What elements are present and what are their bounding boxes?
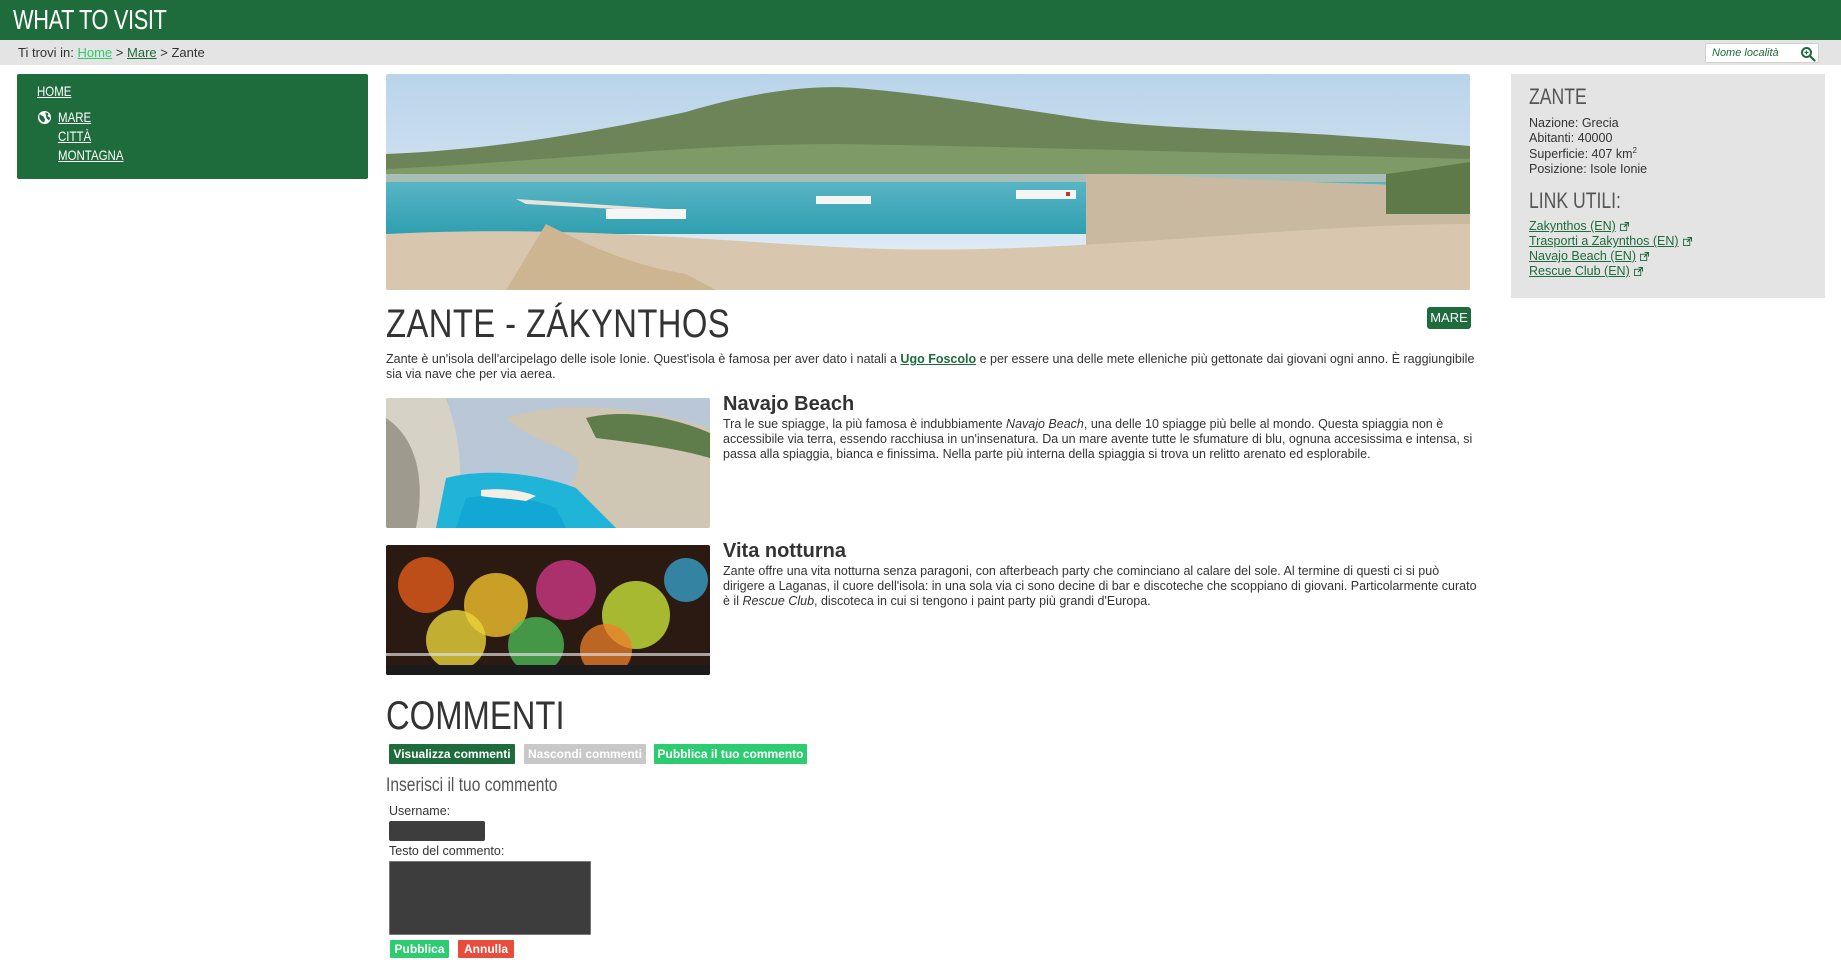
external-link-icon bbox=[1640, 252, 1649, 261]
info-value: Grecia bbox=[1581, 116, 1619, 130]
username-label: Username: bbox=[389, 804, 451, 818]
nightlife-image bbox=[386, 545, 710, 675]
sidebar-item-montagna[interactable]: MONTAGNA bbox=[58, 147, 123, 163]
section-text-part: Tra le sue spiagge, la più famosa è indu… bbox=[723, 417, 1007, 431]
section-text-emphasis: Navajo Beach bbox=[1006, 417, 1084, 431]
external-link-icon bbox=[1633, 267, 1643, 276]
link-rescue-club[interactable]: Rescue Club (EN) bbox=[1529, 264, 1643, 278]
info-value: 407 km bbox=[1591, 147, 1633, 162]
info-label: Nazione: bbox=[1529, 116, 1582, 130]
info-value: 40000 bbox=[1577, 131, 1613, 145]
cancel-button[interactable]: Annulla bbox=[458, 940, 514, 958]
section-title-vita-notturna: Vita notturna bbox=[723, 540, 846, 562]
category-tag-button[interactable]: MARE bbox=[1427, 307, 1471, 329]
top-bar: WHAT TO VISIT bbox=[0, 0, 1841, 40]
link-label[interactable]: Trasporti a Zakynthos (EN) bbox=[1529, 234, 1679, 248]
hero-image bbox=[386, 74, 1470, 290]
breadcrumb-separator: > bbox=[115, 45, 124, 60]
section-text-part: , discoteca in cui si tengono i paint pa… bbox=[814, 594, 1151, 608]
breadcrumb-home-link[interactable]: Home bbox=[77, 45, 112, 60]
search-icon[interactable] bbox=[1800, 46, 1816, 62]
info-title: ZANTE bbox=[1529, 84, 1587, 109]
link-label[interactable]: Rescue Club (EN) bbox=[1529, 264, 1630, 278]
info-label: Posizione: bbox=[1529, 162, 1591, 176]
sidebar-item-home[interactable]: HOME bbox=[37, 83, 71, 99]
comment-form-heading: Inserisci il tuo commento bbox=[386, 775, 558, 796]
hide-comments-button[interactable]: Nascondi commenti bbox=[524, 744, 646, 764]
section-text-navajo-beach: Tra le sue spiagge, la più famosa è indu… bbox=[723, 417, 1483, 462]
info-label: Abitanti: bbox=[1529, 131, 1578, 145]
show-comments-button[interactable]: Visualizza commenti bbox=[389, 744, 515, 764]
link-zakynthos[interactable]: Zakynthos (EN) bbox=[1529, 219, 1629, 233]
ugo-foscolo-link[interactable]: Ugo Foscolo bbox=[900, 352, 976, 366]
section-text-vita-notturna: Zante offre una vita notturna senza para… bbox=[723, 564, 1483, 609]
link-navajo-beach[interactable]: Navajo Beach (EN) bbox=[1529, 249, 1649, 263]
info-area-sup: 2 bbox=[1632, 146, 1637, 155]
username-input[interactable] bbox=[389, 821, 485, 841]
search-input[interactable] bbox=[1706, 44, 1796, 62]
breadcrumb: Ti trovi in: Home > Mare > Zante bbox=[18, 45, 205, 60]
globe-icon bbox=[37, 110, 52, 125]
intro-text: Zante è un'isola dell'arcipelago delle i… bbox=[386, 352, 901, 366]
link-label[interactable]: Navajo Beach (EN) bbox=[1529, 249, 1636, 263]
external-link-icon bbox=[1619, 222, 1629, 231]
useful-links-title: LINK UTILI: bbox=[1529, 188, 1621, 213]
info-inhabitants: Abitanti: 40000 bbox=[1529, 131, 1612, 145]
section-title-navajo-beach: Navajo Beach bbox=[723, 393, 855, 415]
breadcrumb-current: Zante bbox=[171, 45, 205, 60]
info-label: Superficie: bbox=[1529, 147, 1592, 162]
intro-paragraph: Zante è un'isola dell'arcipelago delle i… bbox=[386, 352, 1476, 382]
link-trasporti[interactable]: Trasporti a Zakynthos (EN) bbox=[1529, 234, 1692, 248]
breadcrumb-prefix: Ti trovi in: bbox=[18, 45, 74, 60]
link-label[interactable]: Zakynthos (EN) bbox=[1529, 219, 1616, 233]
navajo-beach-image bbox=[386, 398, 710, 528]
comment-textarea[interactable] bbox=[389, 861, 591, 935]
publish-comment-button[interactable]: Pubblica il tuo commento bbox=[654, 744, 807, 764]
sidebar-item-mare[interactable]: MARE bbox=[58, 109, 91, 125]
breadcrumb-mare-link[interactable]: Mare bbox=[127, 45, 157, 60]
site-title[interactable]: WHAT TO VISIT bbox=[13, 4, 167, 36]
info-area: Superficie: 407 km2 bbox=[1529, 146, 1637, 161]
page-title: ZANTE - ZÁKYNTHOS bbox=[386, 302, 731, 346]
breadcrumb-separator: > bbox=[160, 45, 168, 60]
external-link-icon bbox=[1682, 237, 1692, 246]
info-value: Isole Ionie bbox=[1590, 162, 1648, 176]
comment-text-label: Testo del commento: bbox=[389, 844, 505, 858]
sidebar-item-citta[interactable]: CITTÀ bbox=[58, 128, 91, 144]
comments-title: COMMENTI bbox=[386, 694, 565, 738]
info-nation: Nazione: Grecia bbox=[1529, 116, 1619, 130]
submit-button[interactable]: Pubblica bbox=[390, 940, 449, 958]
section-text-emphasis: Rescue Club bbox=[742, 594, 815, 608]
info-position: Posizione: Isole Ionie bbox=[1529, 162, 1647, 176]
breadcrumb-bar: Ti trovi in: Home > Mare > Zante bbox=[0, 40, 1841, 65]
search-box bbox=[1705, 43, 1819, 63]
